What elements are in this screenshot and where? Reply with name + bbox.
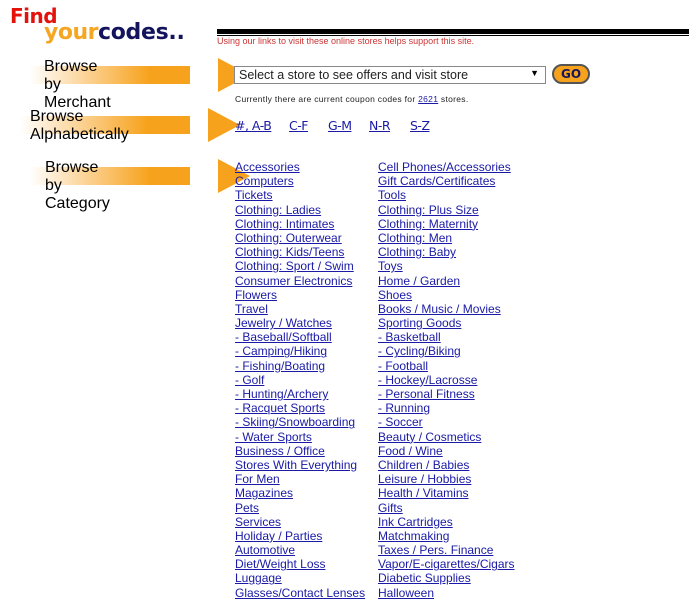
category-link[interactable]: Clothing: Men	[378, 231, 515, 245]
category-link[interactable]: Luggage	[235, 571, 365, 585]
store-select[interactable]: Select a store to see offers and visit s…	[234, 66, 546, 84]
go-button[interactable]: GO	[552, 64, 590, 84]
category-link[interactable]: Accessories	[235, 160, 365, 174]
section-label-alphabet: Browse Alphabetically	[30, 108, 129, 143]
category-link[interactable]: Tickets	[235, 188, 365, 202]
section-label-category: Browse by Category	[45, 159, 110, 212]
category-link[interactable]: Shoes	[378, 288, 515, 302]
category-link[interactable]: - Football	[378, 359, 515, 373]
alpha-link-s-z[interactable]: S-Z	[410, 118, 430, 133]
category-link[interactable]: Sporting Goods	[378, 316, 515, 330]
category-link[interactable]: Books / Music / Movies	[378, 302, 515, 316]
category-link[interactable]: - Water Sports	[235, 430, 365, 444]
category-link[interactable]: - Golf	[235, 373, 365, 387]
category-link[interactable]: Diet/Weight Loss	[235, 557, 365, 571]
category-link[interactable]: - Fishing/Boating	[235, 359, 365, 373]
category-link[interactable]: Gift Cards/Certificates	[378, 174, 515, 188]
category-link[interactable]: - Baseball/Softball	[235, 330, 365, 344]
category-link[interactable]: - Cycling/Biking	[378, 344, 515, 358]
category-link[interactable]: Clothing: Maternity	[378, 217, 515, 231]
category-link[interactable]: Health / Vitamins	[378, 486, 515, 500]
category-link[interactable]: Consumer Electronics	[235, 274, 365, 288]
logo-your: your	[44, 20, 98, 45]
site-logo[interactable]: Find your codes..	[8, 4, 208, 48]
category-link[interactable]: Business / Office	[235, 444, 365, 458]
alpha-link-g-m[interactable]: G-M	[328, 118, 352, 133]
category-link[interactable]: Glasses/Contact Lenses	[235, 586, 365, 600]
category-link[interactable]: - Hockey/Lacrosse	[378, 373, 515, 387]
category-link[interactable]: Stores With Everything	[235, 458, 365, 472]
category-link[interactable]: Clothing: Sport / Swim	[235, 259, 365, 273]
category-link[interactable]: - Camping/Hiking	[235, 344, 365, 358]
category-link[interactable]: Cell Phones/Accessories	[378, 160, 515, 174]
category-link[interactable]: - Racquet Sports	[235, 401, 365, 415]
store-count-line: Currently there are current coupon codes…	[235, 94, 469, 104]
category-link[interactable]: Diabetic Supplies	[378, 571, 515, 585]
category-link[interactable]: Vapor/E-cigarettes/Cigars	[378, 557, 515, 571]
store-select-value: Select a store to see offers and visit s…	[239, 68, 469, 82]
support-notice: Using our links to visit these online st…	[217, 36, 475, 46]
category-list-right: Cell Phones/Accessories Gift Cards/Certif…	[378, 160, 515, 600]
category-link[interactable]: Matchmaking	[378, 529, 515, 543]
count-suffix: stores.	[440, 94, 469, 104]
category-link[interactable]: Leisure / Hobbies	[378, 472, 515, 486]
category-link[interactable]: Clothing: Plus Size	[378, 203, 515, 217]
category-link[interactable]: Home / Garden	[378, 274, 515, 288]
category-link[interactable]: Services	[235, 515, 365, 529]
category-link[interactable]: Clothing: Kids/Teens	[235, 245, 365, 259]
category-link[interactable]: Tools	[378, 188, 515, 202]
logo-codes: codes..	[98, 20, 185, 45]
section-label-merchant: Browse by Merchant	[44, 58, 111, 111]
category-link[interactable]: Toys	[378, 259, 515, 273]
count-prefix: Currently there are current coupon codes…	[235, 94, 416, 104]
store-count-link[interactable]: 2621	[418, 94, 438, 104]
category-link[interactable]: Gifts	[378, 501, 515, 515]
alpha-link-c-f[interactable]: C-F	[289, 118, 308, 133]
category-link[interactable]: - Basketball	[378, 330, 515, 344]
category-link[interactable]: - Soccer	[378, 415, 515, 429]
alpha-link-n-r[interactable]: N-R	[369, 118, 391, 133]
category-link[interactable]: - Skiing/Snowboarding	[235, 415, 365, 429]
category-link[interactable]: Clothing: Baby	[378, 245, 515, 259]
category-link[interactable]: For Men	[235, 472, 365, 486]
category-link[interactable]: Holiday / Parties	[235, 529, 365, 543]
category-link[interactable]: - Hunting/Archery	[235, 387, 365, 401]
category-link[interactable]: Flowers	[235, 288, 365, 302]
category-link[interactable]: Clothing: Intimates	[235, 217, 365, 231]
category-link[interactable]: Pets	[235, 501, 365, 515]
alpha-link-a-b[interactable]: #, A-B	[235, 118, 272, 133]
category-link[interactable]: Children / Babies	[378, 458, 515, 472]
category-list-left: Accessories Computers Tickets Clothing: Lad…	[235, 160, 365, 600]
category-link[interactable]: - Running	[378, 401, 515, 415]
category-link[interactable]: Halloween	[378, 586, 515, 600]
category-link[interactable]: Clothing: Outerwear	[235, 231, 365, 245]
category-link[interactable]: Jewelry / Watches	[235, 316, 365, 330]
category-link[interactable]: Beauty / Cosmetics	[378, 430, 515, 444]
category-link[interactable]: Ink Cartridges	[378, 515, 515, 529]
category-link[interactable]: Clothing: Ladies	[235, 203, 365, 217]
header-rule	[217, 29, 689, 34]
category-link[interactable]: - Personal Fitness	[378, 387, 515, 401]
category-link[interactable]: Automotive	[235, 543, 365, 557]
category-link[interactable]: Computers	[235, 174, 365, 188]
category-link[interactable]: Food / Wine	[378, 444, 515, 458]
dropdown-caret-icon: ▼	[530, 68, 539, 78]
category-link[interactable]: Travel	[235, 302, 365, 316]
category-link[interactable]: Magazines	[235, 486, 365, 500]
category-link[interactable]: Taxes / Pers. Finance	[378, 543, 515, 557]
